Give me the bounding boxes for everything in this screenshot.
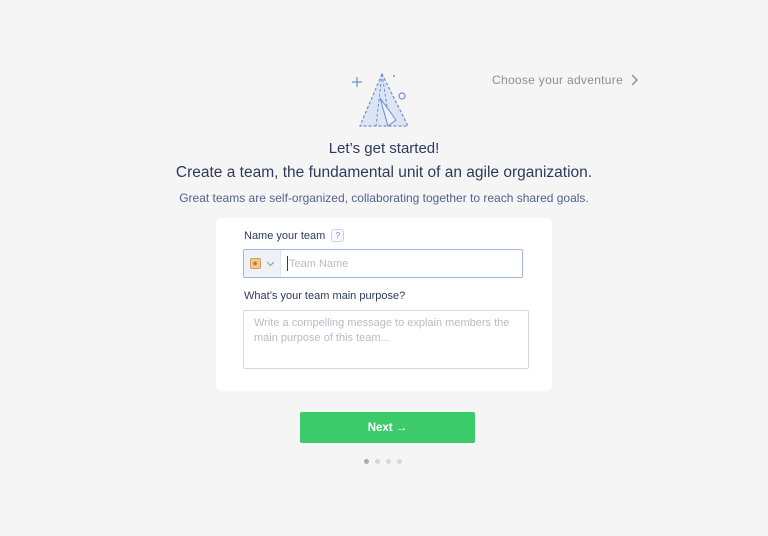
team-form-card: Name your team ? ◉ What’s your team main… [216,218,552,391]
team-name-label-row: Name your team ? [244,229,345,242]
intro-headline: Create a team, the fundamental unit of a… [175,164,593,181]
step-dot [386,459,391,464]
team-icon-picker[interactable]: ◉ [244,250,281,277]
chevron-down-icon [266,261,274,266]
next-button[interactable]: Next → [300,412,475,443]
team-emoji-icon: ◉ [249,258,261,269]
tent-icon [352,72,409,127]
step-dot [364,459,369,464]
chevron-right-icon [631,74,639,86]
team-purpose-label: What’s your team main purpose? [244,290,406,302]
intro-title: Let’s get started! [328,140,440,157]
team-name-label: Name your team [244,229,326,242]
choose-adventure-label: Choose your adventure [492,73,624,87]
team-name-field: ◉ [243,249,523,278]
choose-adventure-link[interactable]: Choose your adventure [492,73,641,87]
intro-subtitle: Great teams are self-organized, collabor… [179,191,589,205]
help-icon[interactable]: ? [331,229,345,242]
step-dot [397,459,402,464]
team-purpose-textarea[interactable] [243,310,529,369]
step-indicator [364,459,402,464]
step-dot [375,459,380,464]
team-name-input[interactable] [287,256,511,271]
